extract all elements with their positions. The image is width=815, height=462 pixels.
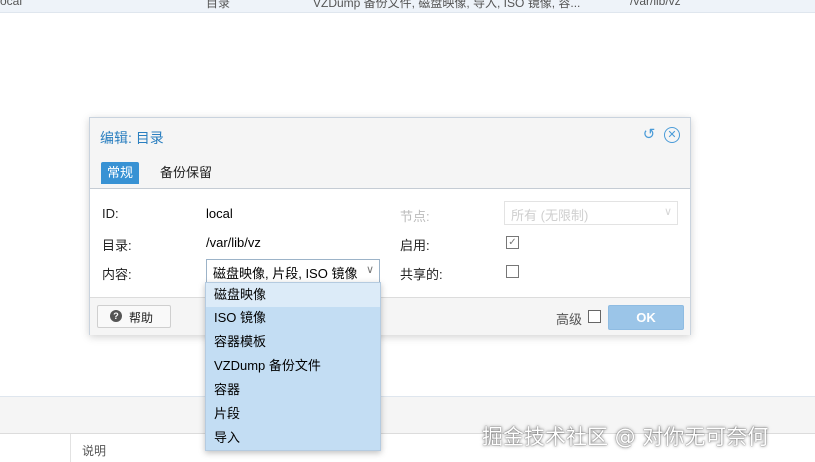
row-content-cell: VZDump 备份文件, 磁盘映像, 导入, ISO 镜像, 容...	[313, 0, 581, 10]
description-column-header[interactable]: 说明	[82, 442, 106, 459]
content-select[interactable]: 磁盘映像, 片段, ISO 镜像 ∨	[206, 259, 380, 283]
column-separator	[70, 434, 71, 462]
dialog-footer: ? 帮助 高级 OK	[90, 297, 690, 335]
row-type-cell: 目录	[206, 0, 231, 10]
row-path-cell: /var/lib/vz	[630, 0, 681, 8]
storage-grid-row[interactable]: ocal 目录 VZDump 备份文件, 磁盘映像, 导入, ISO 镜像, 容…	[0, 0, 815, 13]
id-label: ID:	[102, 206, 119, 221]
dropdown-option[interactable]: 容器模板	[206, 330, 380, 354]
dropdown-option[interactable]: 片段	[206, 402, 380, 426]
node-select[interactable]: 所有 (无限制) ∨	[504, 201, 678, 225]
content-select-value: 磁盘映像, 片段, ISO 镜像	[213, 266, 358, 281]
help-icon: ?	[110, 310, 122, 322]
node-label: 节点:	[400, 209, 430, 224]
chevron-down-icon[interactable]: ∨	[664, 205, 672, 218]
advanced-label: 高级	[556, 312, 583, 327]
advanced-checkbox[interactable]	[588, 310, 601, 323]
help-button-label: 帮助	[129, 311, 154, 325]
content-label: 内容:	[102, 267, 132, 282]
help-button[interactable]: ? 帮助	[97, 305, 171, 328]
tab-backup-retention[interactable]: 备份保留	[154, 162, 218, 184]
node-select-value: 所有 (无限制)	[511, 208, 589, 223]
dialog-title: 编辑: 目录	[100, 130, 164, 146]
row-name-cell: ocal	[0, 0, 23, 8]
directory-label: 目录:	[102, 238, 132, 253]
enable-label: 启用:	[400, 238, 430, 253]
shared-checkbox[interactable]	[506, 265, 519, 278]
edit-directory-dialog: 编辑: 目录 ↺ ✕ 常规 备份保留 ID: local 目录: /var/li…	[89, 117, 691, 335]
general-form: ID: local 目录: /var/lib/vz 内容: 磁盘映像, 片段, …	[90, 189, 690, 297]
tab-general[interactable]: 常规	[101, 162, 140, 184]
content-dropdown-list: 磁盘映像 ISO 镜像 容器模板 VZDump 备份文件 容器 片段 导入	[205, 282, 381, 451]
close-icon[interactable]: ✕	[664, 127, 680, 143]
id-value: local	[206, 206, 233, 221]
directory-value: /var/lib/vz	[206, 235, 261, 250]
dropdown-option[interactable]: VZDump 备份文件	[206, 354, 380, 378]
tab-bar: 常规 备份保留	[90, 154, 690, 189]
dropdown-option[interactable]: 导入	[206, 426, 380, 450]
dropdown-option[interactable]: 容器	[206, 378, 380, 402]
dropdown-option[interactable]: 磁盘映像	[206, 283, 380, 307]
enable-checkbox[interactable]: ✓	[506, 236, 519, 249]
ok-button[interactable]: OK	[608, 305, 684, 330]
dropdown-option[interactable]: ISO 镜像	[206, 306, 380, 330]
dialog-header: 编辑: 目录 ↺ ✕	[90, 118, 690, 154]
watermark: 掘金技术社区 @ 对你无可奈何	[482, 425, 769, 449]
reset-icon[interactable]: ↺	[641, 127, 657, 143]
chevron-down-icon[interactable]: ∨	[366, 263, 374, 276]
shared-label: 共享的:	[400, 267, 443, 282]
